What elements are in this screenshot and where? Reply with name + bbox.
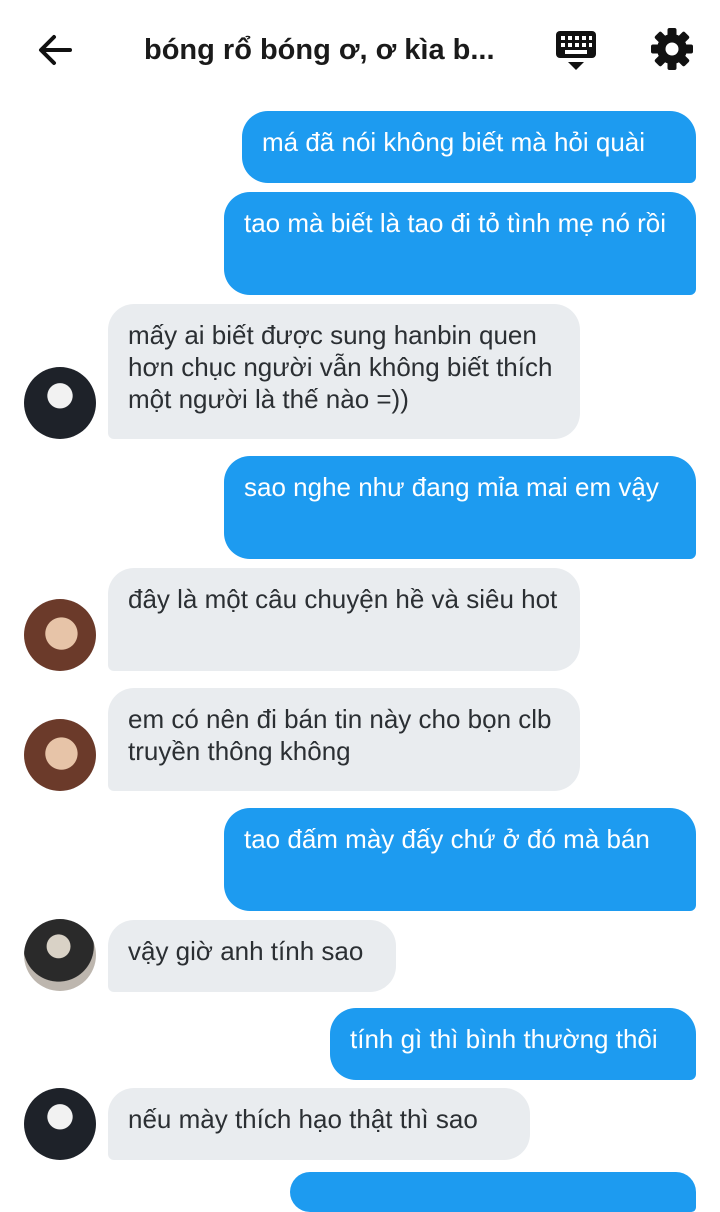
message-outgoing[interactable]: tao mà biết là tao đi tỏ tình mẹ nó rồi <box>224 192 696 295</box>
avatar[interactable] <box>24 599 96 671</box>
message-outgoing[interactable]: tính gì thì bình thường thôi <box>330 1008 696 1080</box>
keyboard-icon <box>556 31 596 70</box>
gear-icon <box>651 28 693 70</box>
message-outgoing-partial[interactable] <box>290 1172 696 1212</box>
avatar[interactable] <box>24 1088 96 1160</box>
message-incoming[interactable]: em có nên đi bán tin này cho bọn clb tru… <box>108 688 580 791</box>
message-outgoing[interactable]: sao nghe như đang mỉa mai em vậy <box>224 456 696 559</box>
message-incoming[interactable]: mấy ai biết được sung hanbin quen hơn ch… <box>108 304 580 439</box>
settings-button[interactable] <box>649 26 695 72</box>
message-incoming[interactable]: đây là một câu chuyện hề và siêu hot <box>108 568 580 671</box>
message-outgoing[interactable]: má đã nói không biết mà hỏi quài <box>242 111 696 183</box>
message-outgoing[interactable]: tao đấm mày đấy chứ ở đó mà bán <box>224 808 696 911</box>
keyboard-button[interactable] <box>553 28 599 74</box>
avatar[interactable] <box>24 919 96 991</box>
chat-title: bóng rổ bóng ơ, ơ kìa b... <box>144 34 495 66</box>
back-button[interactable] <box>30 26 80 74</box>
arrow-left-icon <box>39 35 72 65</box>
avatar[interactable] <box>24 719 96 791</box>
chat-header: bóng rổ bóng ơ, ơ kìa b... <box>0 0 720 100</box>
message-incoming[interactable]: nếu mày thích hạo thật thì sao <box>108 1088 530 1160</box>
avatar[interactable] <box>24 367 96 439</box>
message-incoming[interactable]: vậy giờ anh tính sao <box>108 920 396 992</box>
